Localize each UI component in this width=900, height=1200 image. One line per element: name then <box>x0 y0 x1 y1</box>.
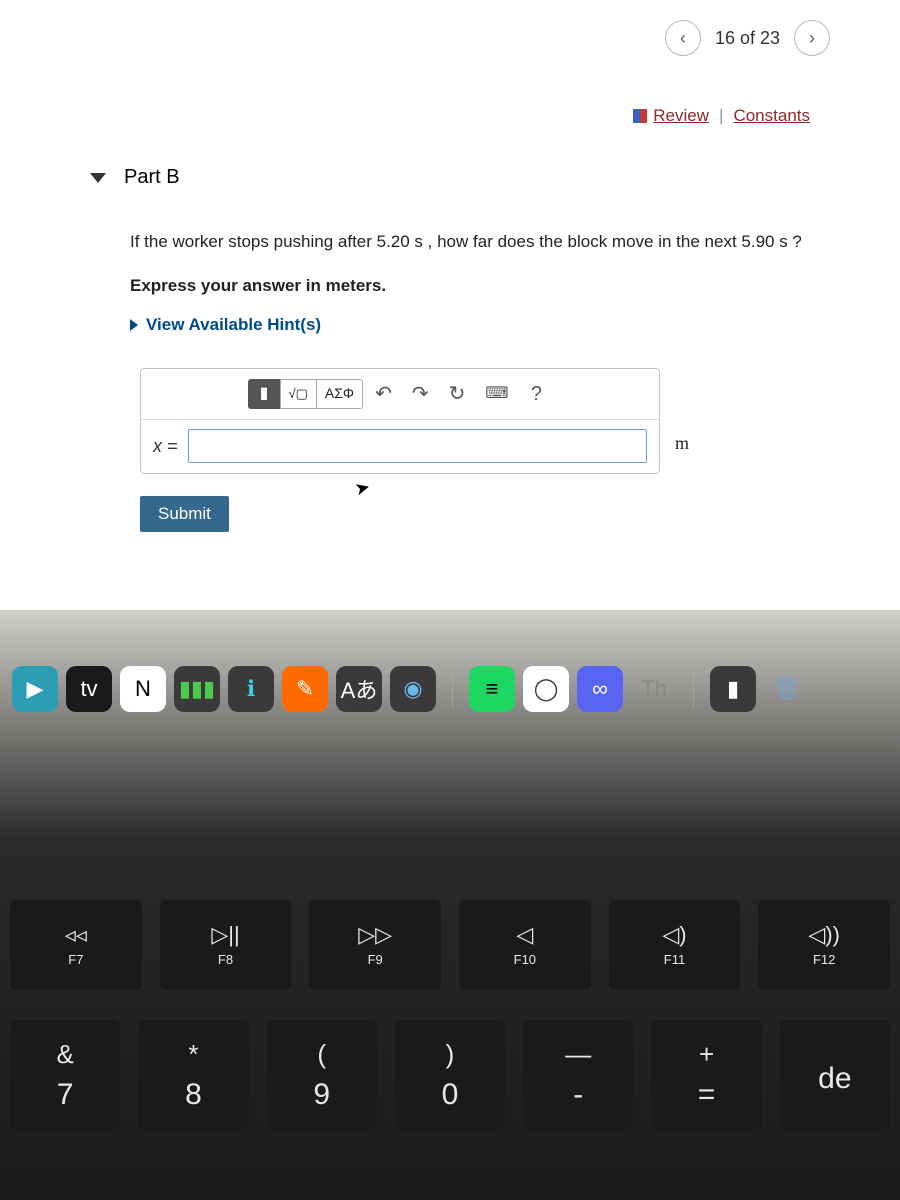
constants-link[interactable]: Constants <box>733 106 810 126</box>
pagination-bar: ‹ 16 of 23 › <box>30 20 870 56</box>
template-group: ▮ √▢ ΑΣΦ <box>248 379 364 409</box>
key--: —- <box>523 1020 633 1130</box>
key-f11: ◁)F11 <box>609 900 741 990</box>
answer-instruction: Express your answer in meters. <box>130 273 870 299</box>
variable-label: x = <box>153 433 178 460</box>
dock-shazam-icon[interactable]: ◉ <box>390 666 436 712</box>
key-0: )0 <box>395 1020 505 1130</box>
review-link[interactable]: Review <box>653 106 709 126</box>
key-de: de <box>780 1020 890 1130</box>
dock-separator <box>452 669 453 709</box>
part-label: Part B <box>124 166 180 189</box>
redo-button[interactable]: ↷ <box>404 379 437 409</box>
caret-right-icon <box>130 319 138 331</box>
collapse-icon <box>90 173 106 183</box>
key-=: += <box>651 1020 761 1130</box>
key-7: &7 <box>10 1020 120 1130</box>
hints-label: View Available Hint(s) <box>146 312 321 338</box>
help-button[interactable]: ? <box>520 379 552 409</box>
dock-chrome-icon[interactable]: ◯ <box>523 666 569 712</box>
resource-links: Review | Constants <box>30 106 870 126</box>
dock-translate-icon[interactable]: Aあ <box>336 666 382 712</box>
dock-markup-icon[interactable]: ✎ <box>282 666 328 712</box>
part-header[interactable]: Part B <box>90 166 870 189</box>
undo-button[interactable]: ↶ <box>367 379 400 409</box>
key-f7: ◃◃F7 <box>10 900 142 990</box>
flag-icon <box>633 109 647 123</box>
mouse-cursor-icon: ➤ <box>353 476 373 500</box>
dock-apple-tv-icon[interactable]: tv <box>66 666 112 712</box>
assignment-panel: ‹ 16 of 23 › Review | Constants Part B I… <box>0 0 900 610</box>
answer-input[interactable] <box>188 429 647 463</box>
key-f9: ▷▷F9 <box>309 900 441 990</box>
answer-input-row: x = <box>141 419 659 473</box>
key-8: *8 <box>138 1020 248 1130</box>
reset-button[interactable]: ↻ <box>441 379 474 409</box>
submit-button[interactable]: Submit <box>140 496 229 532</box>
question-text: If the worker stops pushing after 5.20 s… <box>130 229 850 255</box>
dock-flag-app-icon[interactable]: ▮ <box>710 666 756 712</box>
dock-trash-icon[interactable]: 🗑 <box>764 666 810 712</box>
view-hints-toggle[interactable]: View Available Hint(s) <box>130 312 870 338</box>
macos-dock: ▶tvN▮▮▮ℹ✎Aあ◉ ≡◯∞Th ▮🗑 <box>0 660 900 718</box>
physical-keyboard: ◃◃F7▷||F8▷▷F9◁F10◁)F11◁))F12 &7*8(9)0—-+… <box>0 900 900 1160</box>
dock-numbers-icon[interactable]: ▮▮▮ <box>174 666 220 712</box>
question-body: If the worker stops pushing after 5.20 s… <box>130 229 870 474</box>
question-counter: 16 of 23 <box>715 28 780 49</box>
dock-prime-video-icon[interactable]: ▶ <box>12 666 58 712</box>
dock-spotify-icon[interactable]: ≡ <box>469 666 515 712</box>
dock-separator <box>693 669 694 709</box>
answer-box: ▮ √▢ ΑΣΦ ↶ ↷ ↻ ⌨ ? x = m <box>140 368 660 474</box>
link-separator: | <box>719 106 723 126</box>
dock-notion-icon[interactable]: N <box>120 666 166 712</box>
key-f10: ◁F10 <box>459 900 591 990</box>
templates-button[interactable]: ▮ <box>248 379 280 409</box>
dock-th-app-icon[interactable]: Th <box>631 666 677 712</box>
key-f12: ◁))F12 <box>758 900 890 990</box>
equation-toolbar: ▮ √▢ ΑΣΦ ↶ ↷ ↻ ⌨ ? <box>141 369 659 419</box>
key-9: (9 <box>267 1020 377 1130</box>
prev-question-button[interactable]: ‹ <box>665 20 701 56</box>
unit-label: m <box>675 430 689 457</box>
next-question-button[interactable]: › <box>794 20 830 56</box>
dock-info-icon[interactable]: ℹ <box>228 666 274 712</box>
key-f8: ▷||F8 <box>160 900 292 990</box>
keyboard-button[interactable]: ⌨ <box>477 379 516 409</box>
greek-button[interactable]: ΑΣΦ <box>316 379 363 409</box>
root-button[interactable]: √▢ <box>280 379 316 409</box>
dock-discord-icon[interactable]: ∞ <box>577 666 623 712</box>
